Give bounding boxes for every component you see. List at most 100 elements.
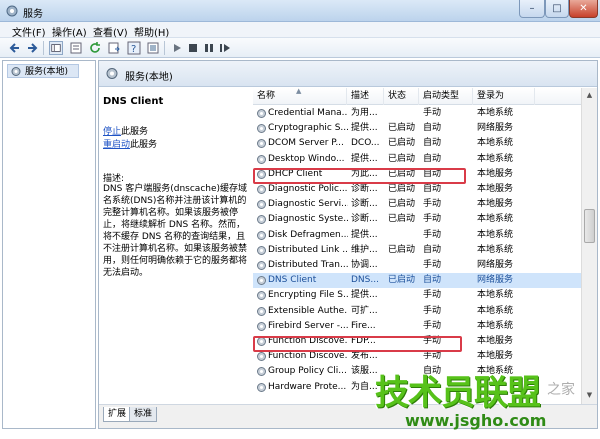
start-service-icon[interactable] — [170, 41, 184, 55]
cell-logon: 本地服务 — [477, 168, 514, 179]
table-row[interactable]: Diagnostic Polic... 诊断... 已启动 自动 本地服务 — [253, 182, 583, 197]
cell-startup: 自动 — [423, 184, 442, 194]
column-name[interactable]: ▲ 名称 — [253, 88, 347, 105]
restart-service-icon[interactable] — [218, 41, 232, 55]
panel-header: 服务(本地) — [99, 61, 597, 87]
cell-logon: 本地系统 — [477, 290, 514, 301]
table-row[interactable]: Extensible Authe... 可扩... 手动 本地系统 — [253, 304, 583, 319]
cell-desc: 提供... — [351, 123, 378, 134]
cell-desc: 维护... — [351, 244, 378, 255]
cell-desc: 可扩... — [351, 305, 378, 316]
watermark-side-text: 之家 — [547, 382, 575, 398]
table-row[interactable]: Firebird Server -... Fire... 手动 本地系统 — [253, 319, 583, 334]
stop-service-link[interactable]: 停止此服务 — [103, 124, 148, 137]
pause-service-icon[interactable] — [202, 41, 216, 55]
console-tree-icon[interactable] — [49, 41, 63, 55]
close-button[interactable]: ✕ — [569, 0, 598, 18]
toolbar-separator — [43, 41, 44, 55]
cell-desc: 为用... — [351, 108, 378, 118]
cell-name: DCOM Server P... — [268, 138, 344, 149]
column-status[interactable]: 状态 — [384, 88, 419, 105]
table-row[interactable]: Diagnostic Servi... 诊断... 已启动 手动 本地服务 — [253, 197, 583, 212]
cell-name: Encrypting File S... — [268, 290, 348, 301]
refresh-icon[interactable] — [88, 41, 102, 55]
maximize-button[interactable]: □ — [545, 0, 569, 18]
cell-startup: 手动 — [423, 320, 442, 331]
service-gear-icon — [257, 276, 266, 286]
stop-link-text[interactable]: 停止 — [103, 127, 121, 137]
cell-logon: 本地系统 — [477, 305, 514, 316]
service-gear-icon — [257, 139, 266, 149]
tab-standard[interactable]: 标准 — [129, 407, 158, 422]
table-row[interactable]: Disk Defragmen... 提供... 手动 本地系统 — [253, 228, 583, 243]
services-list: ▲ 名称 描述 状态 启动类型 登录为 Credential Mana... 为用.… — [253, 88, 597, 404]
menu-action[interactable]: 操作(A) — [52, 24, 87, 39]
cell-logon: 本地服务 — [477, 184, 514, 194]
services-icon — [106, 68, 118, 79]
restart-service-link[interactable]: 重启动此服务 — [103, 137, 157, 150]
table-row[interactable]: Credential Mana... 为用... 手动 本地系统 — [253, 106, 583, 121]
service-gear-icon — [257, 154, 266, 164]
console-tree: 服务(本地) — [2, 60, 96, 429]
stop-service-icon[interactable] — [186, 41, 200, 55]
cell-startup: 自动 — [423, 123, 442, 134]
help-icon[interactable]: ? — [127, 41, 141, 55]
cell-name: DNS Client — [268, 275, 317, 286]
cell-name: Diagnostic Polic... — [268, 184, 348, 194]
cell-desc: 提供... — [351, 153, 378, 164]
cell-status — [388, 319, 419, 334]
table-row[interactable]: Distributed Tran... 协调... 手动 网络服务 — [253, 258, 583, 273]
cell-startup: 手动 — [423, 199, 442, 210]
table-row[interactable]: Encrypting File S... 提供... 手动 本地系统 — [253, 288, 583, 303]
cell-desc: Fire... — [351, 320, 376, 331]
cell-status: 已启动 — [388, 199, 416, 210]
cell-status — [388, 228, 419, 243]
cell-status: 已启动 — [388, 184, 416, 194]
service-gear-icon — [257, 109, 266, 118]
restart-link-text[interactable]: 重启动 — [103, 140, 130, 150]
service-gear-icon — [257, 261, 266, 270]
menu-file[interactable]: 文件(F) — [12, 24, 46, 39]
export-list-icon[interactable] — [107, 41, 121, 55]
table-row[interactable]: Distributed Link ... 维护... 已启动 自动 本地系统 — [253, 243, 583, 258]
table-row[interactable]: Diagnostic Syste... 诊断... 已启动 手动 本地系统 — [253, 212, 583, 227]
svg-text:?: ? — [131, 44, 136, 55]
forward-icon[interactable] — [25, 41, 39, 55]
minimize-button[interactable]: – — [519, 0, 545, 18]
menu-view[interactable]: 查看(V) — [93, 24, 128, 39]
cell-startup: 手动 — [423, 305, 442, 316]
vertical-scrollbar[interactable]: ▲ ▼ — [581, 88, 597, 404]
column-logon-as[interactable]: 登录为 — [473, 88, 535, 105]
properties-icon[interactable] — [69, 41, 83, 55]
scroll-up-icon[interactable]: ▲ — [583, 89, 596, 102]
cell-name: Diagnostic Syste... — [268, 214, 348, 225]
column-description[interactable]: 描述 — [347, 88, 384, 105]
cell-logon: 本地系统 — [477, 108, 514, 118]
description-text: DNS 客户端服务(dnscache)缓存域名系统(DNS)名称并注册该计算机的… — [103, 184, 248, 278]
cell-status: 已启动 — [388, 214, 416, 225]
cell-status — [388, 288, 419, 303]
service-gear-icon — [257, 215, 266, 225]
cell-startup: 手动 — [423, 108, 442, 118]
show-hide-icon[interactable] — [146, 41, 160, 55]
scroll-thumb[interactable] — [584, 209, 595, 243]
column-startup-type[interactable]: 启动类型 — [419, 88, 473, 105]
cell-desc: DCO... — [351, 138, 380, 149]
table-row[interactable]: DCOM Server P... DCO... 已启动 自动 本地系统 — [253, 136, 583, 151]
cell-logon: 本地系统 — [477, 244, 514, 255]
back-icon[interactable] — [8, 41, 22, 55]
cell-name: Desktop Windo... — [268, 153, 345, 164]
table-row[interactable]: DNS Client DNS... 已启动 自动 网络服务 — [253, 273, 583, 289]
sort-ascending-icon: ▲ — [296, 88, 302, 95]
services-icon — [11, 67, 21, 76]
watermark-text: 技术员联盟 — [375, 373, 541, 413]
tab-extended[interactable]: 扩展 — [103, 407, 132, 422]
cell-logon: 本地系统 — [477, 153, 514, 164]
cell-logon: 本地系统 — [477, 138, 514, 149]
table-row[interactable]: Desktop Windo... 提供... 已启动 自动 本地系统 — [253, 152, 583, 167]
cell-logon: 网络服务 — [477, 260, 514, 270]
tree-item-services-local[interactable]: 服务(本地) — [7, 64, 79, 78]
cell-logon: 网络服务 — [477, 123, 514, 134]
menu-help[interactable]: 帮助(H) — [134, 24, 169, 39]
table-row[interactable]: Cryptographic S... 提供... 已启动 自动 网络服务 — [253, 121, 583, 136]
